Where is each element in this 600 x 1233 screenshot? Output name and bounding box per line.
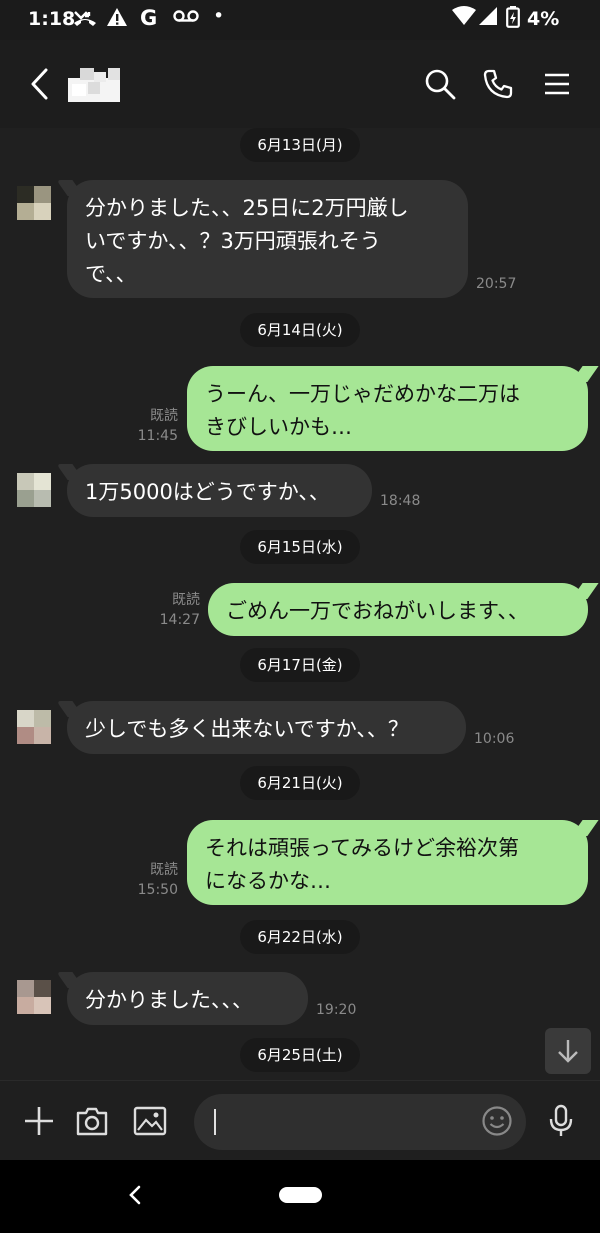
date-separator: 6月13日(月) (240, 128, 360, 162)
signal-icon (478, 6, 498, 32)
sender-avatar[interactable] (17, 473, 51, 507)
date-separator: 6月17日(金) (240, 648, 360, 682)
sender-avatar[interactable] (17, 980, 51, 1014)
message-bubble-incoming[interactable]: 分かりました、、、 (67, 972, 308, 1025)
camera-icon (76, 1107, 108, 1136)
message-time: 19:20 (316, 1002, 357, 1018)
message-input-bar (0, 1080, 600, 1161)
search-icon (425, 69, 456, 100)
battery-percent: 4% (527, 8, 560, 30)
message-bubble-incoming[interactable]: 1万5000はどうですか、、 (67, 464, 372, 517)
add-button[interactable] (17, 1099, 61, 1143)
notification-dot-icon: • (213, 5, 225, 27)
plus-icon (25, 1107, 53, 1135)
status-time: 1:18 (28, 8, 76, 30)
chat-area[interactable]: 6月13日(月) 分かりました、、25日に2万円厳し いですか、、？3万円頑張れ… (0, 128, 600, 1080)
menu-button[interactable] (535, 62, 579, 106)
sender-avatar[interactable] (17, 186, 51, 220)
date-separator: 6月21日(火) (240, 766, 360, 800)
missed-call-icon (72, 6, 98, 34)
contact-avatar[interactable] (68, 68, 120, 102)
message-time: 15:50 (137, 882, 178, 898)
image-icon (133, 1106, 167, 1136)
nav-back-icon (129, 1185, 141, 1205)
emoji-icon (482, 1106, 512, 1136)
text-cursor (214, 1109, 216, 1135)
read-receipt: 既読 (150, 862, 178, 878)
phone-icon (483, 69, 513, 99)
message-time: 20:57 (476, 276, 517, 292)
read-receipt: 既読 (172, 592, 200, 608)
message-time: 11:45 (137, 428, 178, 444)
wifi-icon (452, 6, 476, 32)
back-button[interactable] (18, 62, 62, 106)
message-bubble-outgoing[interactable]: うーん、一万じゃだめかな二万は きびしいかも… (187, 366, 588, 451)
microphone-icon (549, 1104, 573, 1136)
menu-icon (545, 73, 569, 95)
message-time: 14:27 (159, 612, 200, 628)
sender-avatar[interactable] (17, 710, 51, 744)
search-button[interactable] (418, 62, 462, 106)
voice-button[interactable] (539, 1099, 583, 1143)
system-nav-bar (0, 1160, 600, 1233)
battery-icon (506, 6, 520, 34)
message-bubble-incoming[interactable]: 少しでも多く出来ないですか、、？ (67, 701, 466, 754)
back-icon (31, 68, 48, 100)
date-separator: 6月22日(水) (240, 920, 360, 954)
camera-button[interactable] (70, 1099, 114, 1143)
date-separator: 6月25日(土) (240, 1038, 360, 1072)
call-button[interactable] (476, 62, 520, 106)
message-bubble-incoming[interactable]: 分かりました、、25日に2万円厳し いですか、、？3万円頑張れそう で、、 (67, 180, 468, 298)
voicemail-icon (172, 6, 200, 32)
arrow-down-icon (558, 1040, 578, 1063)
warning-icon (106, 6, 128, 34)
read-receipt: 既読 (150, 408, 178, 424)
message-bubble-outgoing[interactable]: ごめん一万でおねがいします、、 (208, 583, 588, 636)
status-bar: 1:18 G • 4% (0, 0, 600, 40)
date-separator: 6月15日(水) (240, 530, 360, 564)
message-time: 10:06 (474, 731, 515, 747)
date-separator: 6月14日(火) (240, 313, 360, 347)
message-bubble-outgoing[interactable]: それは頑張ってみるけど余裕次第 になるかな… (187, 820, 588, 905)
google-icon: G (140, 6, 158, 30)
emoji-button[interactable] (475, 1099, 519, 1143)
scroll-to-bottom-button[interactable] (545, 1028, 591, 1074)
nav-back-button[interactable] (120, 1180, 150, 1210)
message-time: 18:48 (380, 493, 421, 509)
nav-home-pill[interactable] (279, 1187, 322, 1203)
image-button[interactable] (128, 1099, 172, 1143)
